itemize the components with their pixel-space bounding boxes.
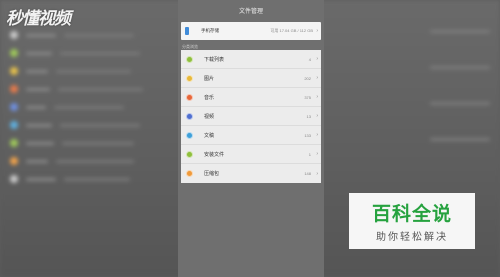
bg-right-row <box>340 138 490 148</box>
baike-badge: 百科全说 助你轻松解决 <box>349 193 475 249</box>
category-count: 202 <box>304 75 311 81</box>
chevron-right-icon: › <box>316 113 318 119</box>
bg-list-row <box>10 48 170 58</box>
document-icon <box>186 131 193 139</box>
bg-list-row <box>10 102 170 112</box>
category-label: 视频 <box>204 113 215 120</box>
bg-list-row <box>10 156 170 166</box>
bg-list-row <box>10 66 170 76</box>
watermark-logo: 秒懂视频 <box>6 9 71 29</box>
category-count: 375 <box>304 94 311 100</box>
chevron-right-icon: › <box>316 75 318 81</box>
bg-right-row <box>340 102 490 112</box>
category-row-documents[interactable]: 文稿 133 › <box>181 126 321 145</box>
page-title: 文件管理 <box>238 9 263 15</box>
image-icon <box>186 74 193 82</box>
category-label: 下载列表 <box>204 56 225 63</box>
file-manager-panel: 文件管理 手机存储 可用 17.04 GB / 112 GB › 分类浏览 下载… <box>178 0 324 277</box>
storage-label: 手机存储 <box>201 28 219 33</box>
category-row-videos[interactable]: 视频 13 › <box>181 107 321 126</box>
download-icon <box>186 55 193 63</box>
category-row-archives[interactable]: 压缩包 148 › <box>181 164 321 183</box>
bg-list-row <box>10 84 170 94</box>
category-row-packages[interactable]: 安装文件 1 › <box>181 145 321 164</box>
category-count: 1 <box>308 151 311 157</box>
category-label: 压缩包 <box>204 171 220 177</box>
category-row-music[interactable]: 音乐 375 › <box>181 88 321 107</box>
bg-list-row <box>10 138 170 148</box>
category-label: 文稿 <box>204 132 215 139</box>
music-icon <box>186 93 193 101</box>
chevron-right-icon: › <box>316 132 318 138</box>
video-icon <box>186 112 193 120</box>
category-count: 133 <box>304 132 311 138</box>
category-row-images[interactable]: 图片 202 › <box>181 69 321 88</box>
bg-right-row <box>340 66 490 76</box>
archive-icon <box>186 170 193 177</box>
category-list: 下载列表 4 › 图片 202 › 音乐 375 › 视频 13 › 文稿 13… <box>181 50 321 183</box>
category-count: 4 <box>308 56 311 62</box>
bg-list-row <box>10 30 170 40</box>
package-icon <box>186 150 193 158</box>
chevron-right-icon: › <box>316 28 318 34</box>
bg-right-row <box>340 30 490 40</box>
category-label: 安装文件 <box>204 151 225 158</box>
category-label: 图片 <box>204 75 215 82</box>
phone-storage-row[interactable]: 手机存储 可用 17.04 GB / 112 GB › <box>181 22 321 40</box>
phone-icon <box>185 27 189 35</box>
badge-title: 百科全说 <box>371 203 452 225</box>
category-count: 13 <box>306 113 311 119</box>
storage-info: 可用 17.04 GB / 112 GB <box>270 28 313 33</box>
chevron-right-icon: › <box>316 56 318 62</box>
chevron-right-icon: › <box>316 94 318 100</box>
bg-list-row <box>10 174 170 184</box>
chevron-right-icon: › <box>316 151 318 157</box>
category-count: 148 <box>304 171 311 176</box>
category-label: 音乐 <box>204 94 215 101</box>
badge-subtitle: 助你轻松解决 <box>376 232 448 243</box>
category-row-downloads[interactable]: 下载列表 4 › <box>181 50 321 69</box>
bg-list-row <box>10 120 170 130</box>
chevron-right-icon: › <box>316 170 318 177</box>
